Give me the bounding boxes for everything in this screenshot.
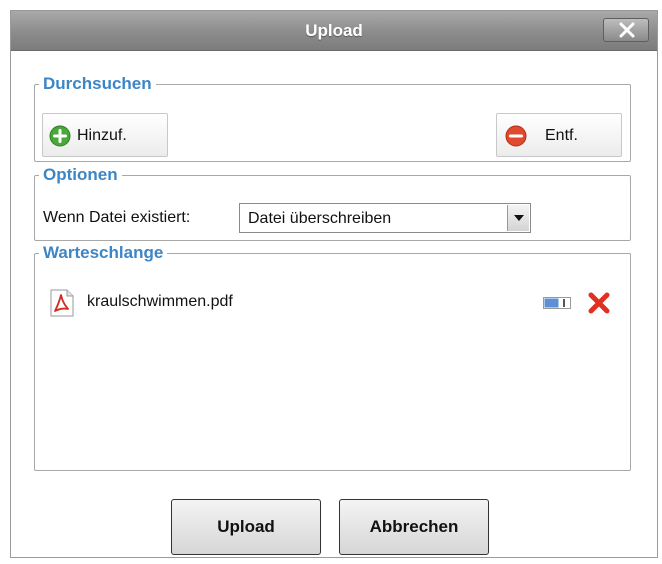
progress-icon	[543, 297, 571, 309]
plus-icon	[49, 125, 71, 147]
minus-icon	[505, 125, 527, 147]
pdf-file-icon	[50, 289, 74, 317]
upload-dialog: Upload Durchsuchen Hinzuf. Entf. Optione…	[10, 10, 658, 558]
dropdown-button[interactable]	[507, 205, 529, 231]
file-exists-select[interactable]: Datei überschreiben	[239, 203, 531, 233]
browse-legend: Durchsuchen	[43, 74, 152, 93]
file-exists-label: Wenn Datei existiert:	[43, 209, 191, 226]
chevron-down-icon	[514, 215, 524, 221]
queue-file-name: kraulschwimmen.pdf	[87, 293, 233, 310]
remove-file-label: Entf.	[545, 127, 578, 144]
add-file-button[interactable]: Hinzuf.	[42, 113, 168, 157]
title-bar[interactable]: Upload	[11, 11, 657, 51]
remove-file-button[interactable]: Entf.	[496, 113, 622, 157]
queue-item[interactable]: kraulschwimmen.pdf	[49, 289, 611, 319]
upload-button[interactable]: Upload	[171, 499, 321, 555]
queue-group: Warteschlange kraulschwimmen.pdf	[34, 243, 631, 471]
queue-legend: Warteschlange	[43, 243, 164, 262]
close-button[interactable]	[603, 18, 649, 42]
options-legend: Optionen	[43, 165, 118, 184]
add-file-label: Hinzuf.	[77, 127, 127, 144]
browse-group: Durchsuchen Hinzuf. Entf.	[34, 74, 631, 162]
file-exists-selected: Datei überschreiben	[248, 210, 392, 227]
delete-x-icon[interactable]	[587, 291, 611, 315]
close-icon	[619, 22, 635, 38]
options-group: Optionen Wenn Datei existiert: Datei übe…	[34, 165, 631, 241]
dialog-title: Upload	[305, 21, 363, 40]
cancel-button[interactable]: Abbrechen	[339, 499, 489, 555]
